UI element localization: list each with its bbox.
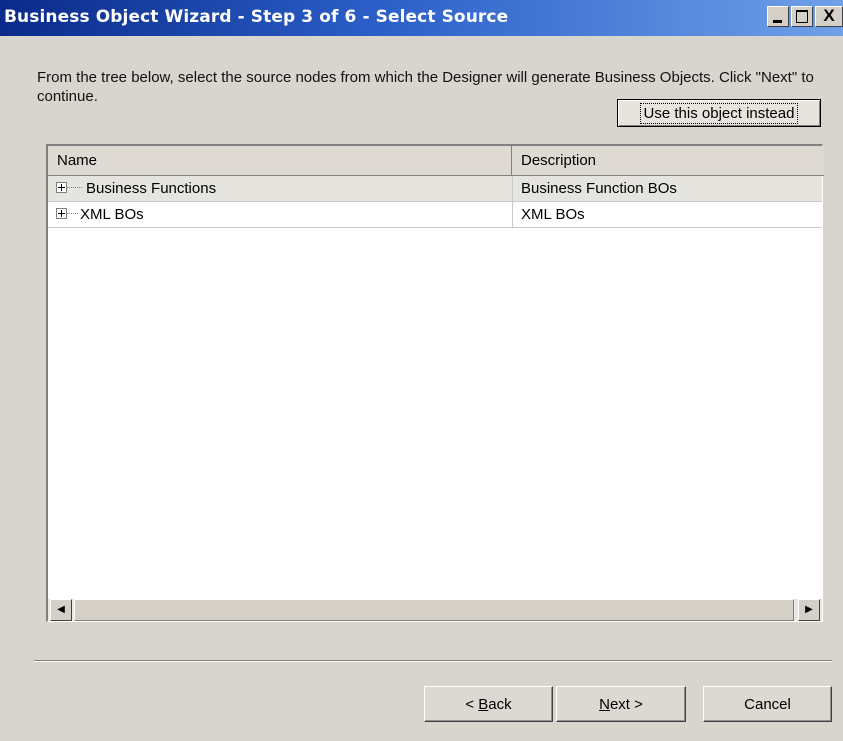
- tree-connector: [67, 186, 83, 188]
- minimize-button[interactable]: [767, 6, 789, 27]
- list-header: Name Description: [48, 146, 824, 176]
- back-rest: ack: [488, 695, 512, 713]
- next-button[interactable]: Next >: [556, 686, 686, 722]
- next-rest: ext >: [609, 695, 643, 713]
- close-icon: X: [823, 6, 835, 25]
- window-title: Business Object Wizard - Step 3 of 6 - S…: [4, 7, 509, 27]
- maximize-icon: [796, 10, 808, 23]
- maximize-button[interactable]: [791, 6, 813, 27]
- table-row[interactable]: XML BOs XML BOs: [48, 202, 822, 228]
- expand-icon[interactable]: [56, 181, 67, 193]
- scroll-thumb[interactable]: [74, 599, 794, 621]
- expand-icon[interactable]: [56, 207, 67, 219]
- close-button[interactable]: X: [815, 6, 843, 27]
- description-cell: Business Function BOs: [512, 176, 824, 202]
- scroll-left-button[interactable]: ◀: [50, 599, 72, 621]
- description-cell: XML BOs: [512, 202, 824, 228]
- column-header-description[interactable]: Description: [512, 146, 824, 176]
- source-tree-list[interactable]: Name Description Business Functions Busi…: [46, 144, 824, 622]
- separator-line: [34, 660, 832, 662]
- column-header-name[interactable]: Name: [48, 146, 512, 176]
- use-this-object-label: Use this object instead: [639, 102, 799, 124]
- back-accesskey: B: [478, 695, 489, 713]
- horizontal-scrollbar[interactable]: ◀ ▶: [48, 599, 822, 621]
- node-label: XML BOs: [80, 206, 144, 223]
- cancel-button[interactable]: Cancel: [703, 686, 832, 722]
- scroll-right-button[interactable]: ▶: [798, 599, 820, 621]
- name-cell: XML BOs: [56, 202, 512, 228]
- minimize-icon: [773, 20, 782, 23]
- node-label: Business Functions: [86, 180, 217, 197]
- use-this-object-button[interactable]: Use this object instead: [617, 99, 821, 127]
- table-row[interactable]: Business Functions Business Function BOs: [48, 176, 822, 202]
- next-accesskey: N: [599, 695, 610, 713]
- title-bar[interactable]: Business Object Wizard - Step 3 of 6 - S…: [0, 0, 843, 36]
- back-button[interactable]: < Back: [424, 686, 553, 722]
- name-cell: Business Functions: [56, 176, 512, 202]
- tree-connector: [67, 212, 79, 214]
- back-prefix: <: [465, 695, 479, 713]
- arrow-left-icon: ◀: [57, 604, 65, 615]
- arrow-right-icon: ▶: [805, 604, 813, 615]
